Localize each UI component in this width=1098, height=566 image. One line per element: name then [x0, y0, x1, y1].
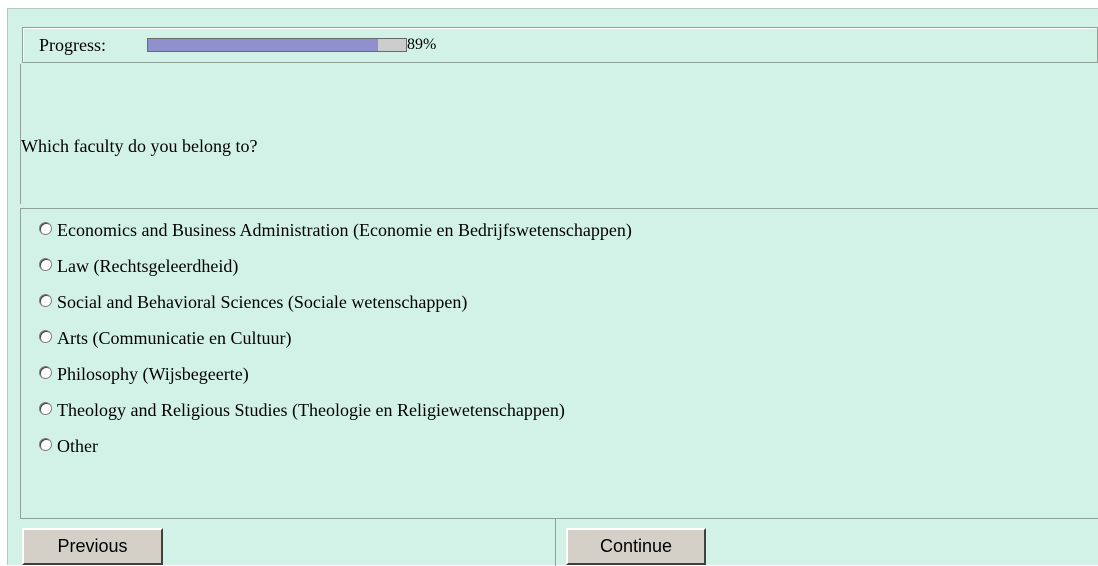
option-other[interactable]: Other	[39, 434, 98, 458]
radio-button-icon[interactable]	[39, 401, 52, 415]
navigation-row: Previous Continue	[20, 518, 1098, 566]
option-label: Theology and Religious Studies (Theologi…	[57, 400, 565, 420]
progress-bar-fill	[148, 39, 378, 51]
answer-options: Economics and Business Administration (E…	[20, 208, 1098, 518]
option-label: Economics and Business Administration (E…	[57, 220, 632, 240]
radio-button-icon[interactable]	[39, 257, 52, 271]
radio-button-icon[interactable]	[39, 365, 52, 379]
radio-button-icon[interactable]	[39, 329, 52, 343]
option-label: Law (Rechtsgeleerdheid)	[57, 256, 239, 276]
navigation-cell-left: Previous	[20, 519, 556, 566]
option-arts[interactable]: Arts (Communicatie en Cultuur)	[39, 326, 291, 350]
option-philosophy[interactable]: Philosophy (Wijsbegeerte)	[39, 362, 249, 386]
option-label: Social and Behavioral Sciences (Sociale …	[57, 292, 468, 312]
question-block: Which faculty do you belong to?	[20, 64, 1098, 204]
option-label: Philosophy (Wijsbegeerte)	[57, 364, 249, 384]
option-label: Other	[57, 436, 98, 456]
radio-button-icon[interactable]	[39, 437, 52, 451]
radio-button-icon[interactable]	[39, 221, 52, 235]
progress-bar	[147, 38, 407, 52]
previous-button[interactable]: Previous	[22, 528, 163, 565]
option-law[interactable]: Law (Rechtsgeleerdheid)	[39, 254, 238, 278]
progress-row: Progress: 89%	[22, 27, 1098, 63]
radio-button-icon[interactable]	[39, 293, 52, 307]
option-economics[interactable]: Economics and Business Administration (E…	[39, 218, 632, 242]
option-label: Arts (Communicatie en Cultuur)	[57, 328, 292, 348]
option-social-behavioral-sciences[interactable]: Social and Behavioral Sciences (Sociale …	[39, 290, 467, 314]
question-text: Which faculty do you belong to?	[21, 136, 258, 156]
option-theology[interactable]: Theology and Religious Studies (Theologi…	[39, 398, 565, 422]
progress-label: Progress:	[39, 35, 106, 55]
progress-percent: 89%	[407, 36, 437, 53]
continue-button[interactable]: Continue	[566, 528, 706, 565]
